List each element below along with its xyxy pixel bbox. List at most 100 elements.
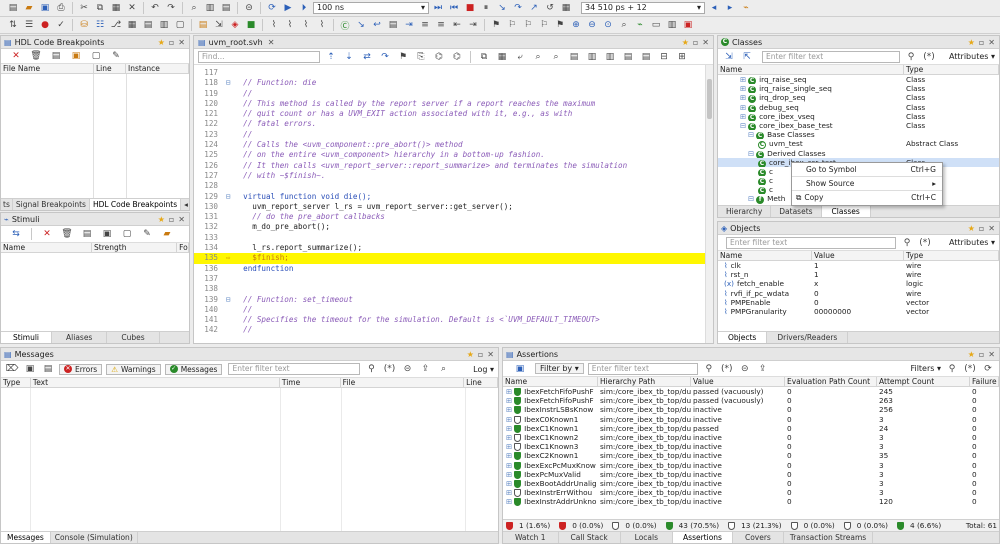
tab-messages[interactable]: Messages [1,532,51,543]
messages-filter-input[interactable]: Enter filter text [228,363,361,375]
assertion-row[interactable]: ⊞ IbexInstrLSBsKnow sim:/core_ibex_tb_top/… [503,405,999,415]
restore-icon[interactable]: ▫ [979,350,984,359]
col-name[interactable]: Name [718,65,904,74]
star-icon[interactable]: ★ [968,38,975,47]
tab-hierarchy[interactable]: Hierarchy [718,206,772,217]
assertion-row[interactable]: ⊞ IbexExcPcMuxKnow sim:/core_ibex_tb_top/d… [503,461,999,470]
filter-by-dropdown[interactable]: Filter by ▾ [535,363,584,374]
columns-icon[interactable]: ▥ [585,50,599,63]
code-line[interactable]: 141 // Specifies the timeout for the sim… [194,315,713,325]
errors-button[interactable]: ✕ Errors [59,363,103,375]
code-line[interactable]: 136 endfunction [194,264,713,274]
record-icon[interactable]: ◈ [228,19,242,32]
expand-toggle-icon[interactable]: ⊞ [506,433,512,442]
stop-log-icon[interactable]: ⊝ [400,363,414,376]
run-length-input[interactable]: 100 ns ▾ [313,2,429,14]
doc-icon[interactable]: ▤ [196,19,210,32]
code-line[interactable]: 138 [194,284,713,294]
line-number[interactable]: 122 [194,119,222,129]
star-icon[interactable]: ★ [968,350,975,359]
database-icon[interactable]: ⛁ [77,19,91,32]
objects-attributes-dropdown[interactable]: Attributes ▾ [949,238,999,247]
tab-signal-breakpoints[interactable]: Signal Breakpoints [13,199,90,210]
time-next-icon[interactable]: ▸ [723,2,737,15]
assertion-row[interactable]: ⊞ IbexC1Known3 sim:/core_ibex_tb_top/dut/i… [503,442,999,452]
goto-icon[interactable]: ↷ [378,50,392,63]
outdent-icon[interactable]: ⇥ [466,19,480,32]
classes-filter-input[interactable]: Enter filter text [762,50,900,63]
tab-assertions[interactable]: Assertions [673,532,733,543]
fold-marker-icon[interactable] [222,150,234,160]
compare-icon[interactable]: ▥ [665,19,679,32]
refresh-icon[interactable]: ⟳ [981,362,995,375]
save-icon[interactable]: ▣ [38,2,52,15]
object-row[interactable]: ⌇ rst_n 1 wire [718,270,999,279]
layout-icon[interactable]: ▦ [559,2,573,15]
expand-toggle-icon[interactable]: ⊞ [506,387,512,396]
code-line[interactable]: 135 ⇨ $finish; [194,253,713,264]
breakpoint-icon[interactable]: ● [38,19,52,32]
text-right-icon[interactable]: ≡ [434,19,448,32]
code-line[interactable]: 134 l_rs.report_summarize(); [194,243,713,253]
editor-tab-label[interactable]: uvm_root.svh [209,38,263,47]
col-name[interactable]: Name [718,251,812,260]
fold-marker-icon[interactable] [222,140,234,150]
delete-icon[interactable]: ✕ [125,2,139,15]
expand-toggle-icon[interactable]: ⊞ [506,461,512,470]
close-icon[interactable]: ✕ [178,38,185,47]
assertion-row[interactable]: ⊞ IbexC1Known2 sim:/core_ibex_tb_top/dut/i… [503,433,999,442]
line-number[interactable]: 131 [194,212,222,222]
expand-toggle-icon[interactable]: ⊞ [506,405,512,414]
clip-icon[interactable]: ▦ [495,50,509,63]
zoom-fit-icon[interactable]: ⊙ [601,19,615,32]
assertion-row[interactable]: ⊞ IbexC0Known1 sim:/core_ibex_tb_top/dut/i… [503,415,999,424]
col-type[interactable]: Type [904,251,999,260]
star-icon[interactable]: ★ [158,38,165,47]
expand-toggle-icon[interactable]: ⊞ [506,442,512,451]
line-number[interactable]: 130 [194,202,222,212]
col-strength[interactable]: Strength [92,243,178,252]
assertion-row[interactable]: ⊞ IbexFetchFifoPushF sim:/core_ibex_tb_top… [503,396,999,406]
tab-cubes[interactable]: Cubes [107,332,160,343]
line-number[interactable]: 140 [194,305,222,315]
fold-marker-icon[interactable] [222,130,234,140]
fold-marker-icon[interactable]: ⊟ [222,78,234,88]
wave-edit-icon[interactable]: ⌇ [283,19,297,32]
step-back-icon[interactable]: ⏮ [447,2,461,15]
find-next-icon[interactable]: ⇣ [342,50,356,63]
stop-red-icon[interactable]: ▣ [681,19,695,32]
save-log-icon[interactable]: ▣ [23,363,37,376]
line-number[interactable]: 142 [194,325,222,335]
tree-item[interactable]: ⊞ Cirq_raise_seq Class [718,75,999,85]
layers-icon[interactable]: ☷ [93,19,107,32]
step-return-icon[interactable]: ↩ [370,19,384,32]
regex-filter-icon[interactable]: (*) [922,50,936,63]
open-folder-icon[interactable]: ▰ [22,2,36,15]
fold-marker-icon[interactable]: ⊟ [222,295,234,305]
remove-icon[interactable]: ✕ [40,228,54,241]
objects-list[interactable]: ⌇ clk 1 wire ⌇ rst_n 1 wire (x) fetch_enable x logi… [718,261,999,316]
tab-covers[interactable]: Covers [733,532,784,543]
expand-toggle-icon[interactable]: ⊟ [740,121,746,130]
restore-icon[interactable]: ▫ [979,224,984,233]
tabs-scroll-icon[interactable]: ◂ [181,199,189,210]
ruler-icon[interactable]: ▤ [567,50,581,63]
fold-marker-icon[interactable] [222,264,234,274]
tree-item[interactable]: Cuvm_test Abstract Class [718,139,999,149]
run-continue-icon[interactable]: ⏵ [297,2,311,15]
code-line[interactable]: 126 // It then calls <uvm_report_server:… [194,161,713,171]
tree-item[interactable]: ⊞ Cirq_raise_single_seq Class [718,84,999,94]
folder-icon[interactable]: ▰ [160,228,174,241]
run-icon[interactable]: ▶ [281,2,295,15]
find-icon[interactable]: ⌕ [436,363,450,376]
tree-item[interactable]: ⊟ C Base Classes [718,130,999,140]
line-number[interactable]: 118 [194,78,222,88]
edit-icon[interactable]: ✎ [140,228,154,241]
step-icon[interactable]: ↘ [495,2,509,15]
split-icon[interactable]: ▥ [603,50,617,63]
bookmark-icon[interactable]: ⚑ [489,19,503,32]
flow-icon[interactable]: ⎇ [109,19,123,32]
fold-marker-icon[interactable] [222,315,234,325]
outline-icon[interactable]: ▤ [386,19,400,32]
grid-icon[interactable]: ▦ [125,19,139,32]
